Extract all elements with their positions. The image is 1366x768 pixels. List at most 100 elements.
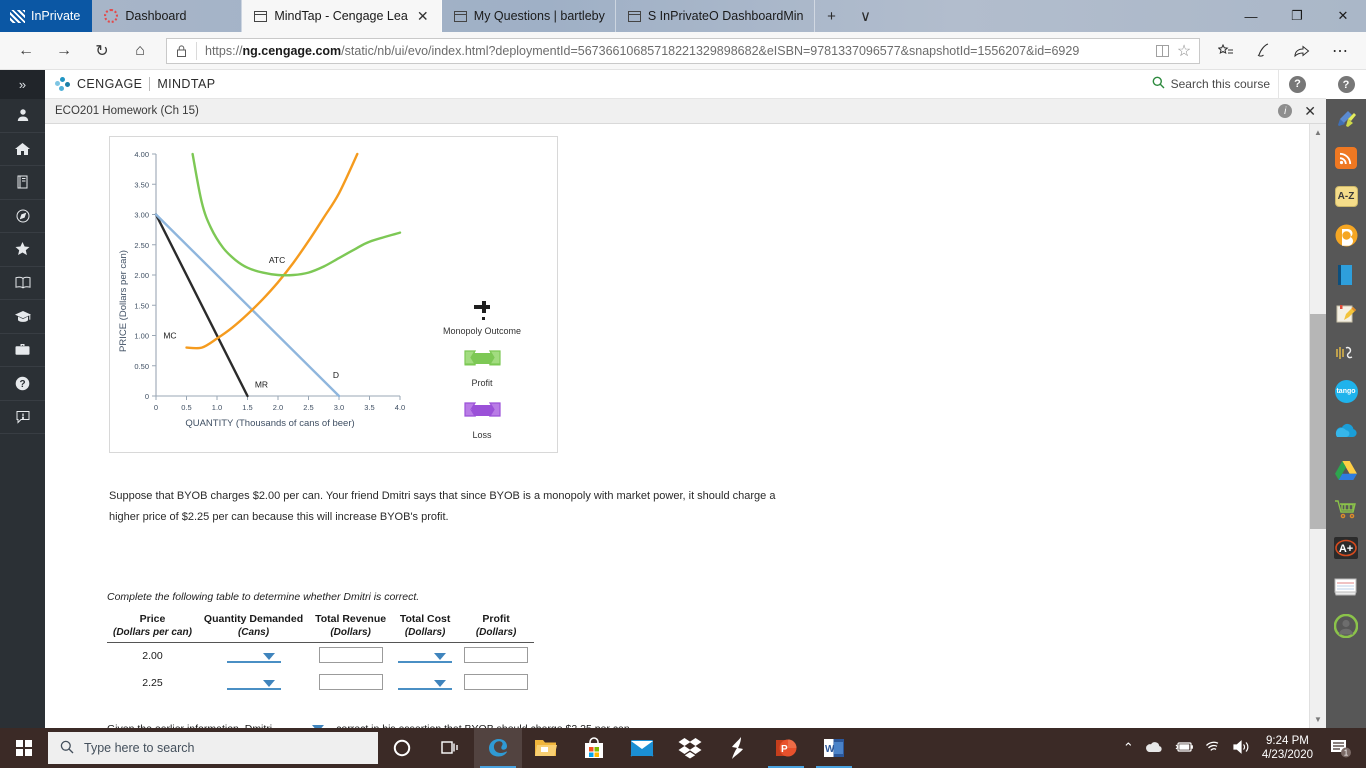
clock[interactable]: 9:24 PM 4/23/2020	[1262, 734, 1313, 763]
onedrive-tray-icon[interactable]	[1145, 741, 1163, 756]
quantity-demanded-dropdown[interactable]	[226, 677, 281, 690]
rss-feed-icon[interactable]	[1326, 138, 1366, 177]
svg-text:D: D	[333, 370, 339, 380]
reading-view-icon[interactable]	[1151, 44, 1173, 57]
total-cost-dropdown[interactable]	[398, 677, 453, 690]
scroll-up-arrow-icon[interactable]: ▲	[1310, 124, 1326, 141]
onedrive-cloud-icon[interactable]	[1326, 411, 1366, 450]
tab-bartleby[interactable]: My Questions | bartleby	[442, 0, 616, 32]
scroll-down-arrow-icon[interactable]: ▼	[1310, 711, 1326, 728]
tango-icon[interactable]: tango	[1326, 372, 1366, 411]
more-icon[interactable]: ⋯	[1322, 35, 1358, 67]
pen-highlighter-icon[interactable]	[1326, 99, 1366, 138]
close-window-button[interactable]: ✕	[1320, 0, 1366, 32]
wifi-icon[interactable]	[1205, 740, 1222, 756]
index-cards-icon[interactable]	[1326, 567, 1366, 606]
taskbar-search-input[interactable]: Type here to search	[48, 732, 378, 764]
dropbox-icon[interactable]	[666, 728, 714, 768]
new-tab-button[interactable]: +	[815, 0, 849, 32]
monopoly-chart: PRICE (Dollars per can) QUANTITY (Thousa…	[118, 150, 521, 440]
bitdefender-icon[interactable]	[1326, 216, 1366, 255]
cell-price: 2.25	[142, 677, 163, 690]
show-hidden-icons-chevron-up-icon[interactable]: ⌃	[1123, 740, 1134, 756]
cortana-circle-icon[interactable]	[378, 728, 426, 768]
feedback-icon[interactable]	[0, 401, 45, 434]
search-course-button[interactable]: Search this course	[1152, 76, 1278, 92]
tab-dashboard[interactable]: Dashboard	[92, 0, 243, 32]
total-cost-dropdown[interactable]	[398, 650, 453, 663]
volume-icon[interactable]	[1233, 739, 1251, 757]
quantity-demanded-dropdown[interactable]	[226, 650, 281, 663]
svg-text:MC: MC	[163, 331, 176, 341]
profile-icon[interactable]	[0, 99, 45, 133]
tab-mindtap[interactable]: MindTap - Cengage Lea ✕	[242, 0, 442, 32]
address-bar[interactable]: https://ng.cengage.com/static/nb/ui/evo/…	[166, 37, 1200, 64]
vertical-scrollbar[interactable]: ▲ ▼	[1309, 124, 1326, 728]
user-avatar-icon[interactable]	[1326, 606, 1366, 645]
favorites-star-icon[interactable]: ☆	[1173, 41, 1195, 61]
refresh-icon[interactable]: ↻	[84, 35, 120, 67]
blue-book-icon[interactable]	[1326, 255, 1366, 294]
ebook-icon[interactable]	[0, 166, 45, 200]
close-icon[interactable]: ✕	[415, 8, 431, 24]
monopoly-graph-panel[interactable]: PRICE (Dollars per can) QUANTITY (Thousa…	[109, 136, 558, 453]
inprivate-icon	[10, 9, 25, 23]
compass-icon[interactable]	[0, 200, 45, 233]
close-icon[interactable]: ✕	[1304, 103, 1316, 120]
help-icon[interactable]: ?	[0, 367, 45, 401]
powerpoint-icon[interactable]: P	[762, 728, 810, 768]
notes-pencil-icon[interactable]	[1326, 294, 1366, 333]
share-icon[interactable]	[1284, 35, 1320, 67]
a-z-dictionary-icon[interactable]: A-Z	[1326, 177, 1366, 216]
task-view-icon[interactable]	[426, 728, 474, 768]
expand-rail-button[interactable]: »	[0, 70, 45, 99]
profit-input[interactable]	[464, 673, 529, 690]
profit-input[interactable]	[464, 646, 529, 663]
briefcase-icon[interactable]	[0, 334, 45, 367]
edge-icon[interactable]	[474, 728, 522, 768]
graduation-cap-icon[interactable]	[0, 300, 45, 334]
microsoft-store-icon[interactable]	[570, 728, 618, 768]
total-revenue-input[interactable]	[318, 646, 383, 663]
page-body: » ? CENGAGE MINDTAP Search this course ?…	[0, 69, 1366, 728]
back-icon[interactable]: ←	[8, 35, 44, 67]
right-rail-help-button[interactable]: ?	[1326, 70, 1366, 99]
y-axis-label: PRICE (Dollars per can)	[118, 250, 129, 352]
minimize-button[interactable]: —	[1228, 0, 1274, 32]
svg-text:1.00: 1.00	[134, 332, 149, 341]
star-icon[interactable]	[0, 233, 45, 267]
start-button[interactable]	[0, 728, 48, 768]
tab-list-chevron-down-icon[interactable]: ∨	[849, 0, 883, 32]
info-icon[interactable]: i	[1278, 104, 1293, 118]
svg-text:0: 0	[154, 403, 158, 412]
web-notes-icon[interactable]	[1246, 35, 1282, 67]
sound-wave-icon[interactable]	[1326, 333, 1366, 372]
notifications-button[interactable]: 1	[1324, 728, 1358, 768]
scrollbar-thumb[interactable]	[1310, 314, 1326, 529]
lightning-icon[interactable]	[714, 728, 762, 768]
file-explorer-icon[interactable]	[522, 728, 570, 768]
a-plus-grade-icon[interactable]: A+	[1326, 528, 1366, 567]
open-book-icon[interactable]	[0, 267, 45, 300]
home-icon[interactable]: ⌂	[122, 35, 158, 67]
brand-cengage-label: CENGAGE	[77, 77, 143, 91]
mindtap-help-button[interactable]: ?	[1278, 69, 1316, 99]
shopping-cart-icon[interactable]	[1326, 489, 1366, 528]
mail-icon[interactable]	[618, 728, 666, 768]
google-drive-icon[interactable]	[1326, 450, 1366, 489]
tab-inprivate-dashboard[interactable]: S InPrivateO DashboardMin	[616, 0, 815, 32]
maximize-button[interactable]: ❐	[1274, 0, 1320, 32]
svg-text:0.50: 0.50	[134, 362, 149, 371]
right-extensions-rail: ? A-Z tango A+	[1326, 70, 1366, 728]
favorites-list-icon[interactable]	[1208, 35, 1244, 67]
battery-icon[interactable]	[1174, 741, 1194, 756]
inprivate-badge: InPrivate	[0, 0, 93, 32]
help-icon: ?	[1289, 75, 1306, 93]
total-revenue-input[interactable]	[318, 673, 383, 690]
browser-toolbar: ← → ↻ ⌂ https://ng.cengage.com/static/nb…	[0, 32, 1366, 70]
word-icon[interactable]: W	[810, 728, 858, 768]
forward-icon[interactable]: →	[46, 35, 82, 67]
home-icon[interactable]	[0, 133, 45, 166]
page-icon	[453, 10, 467, 22]
column-header-quantity-demanded: Quantity Demanded (Cans)	[197, 612, 310, 643]
